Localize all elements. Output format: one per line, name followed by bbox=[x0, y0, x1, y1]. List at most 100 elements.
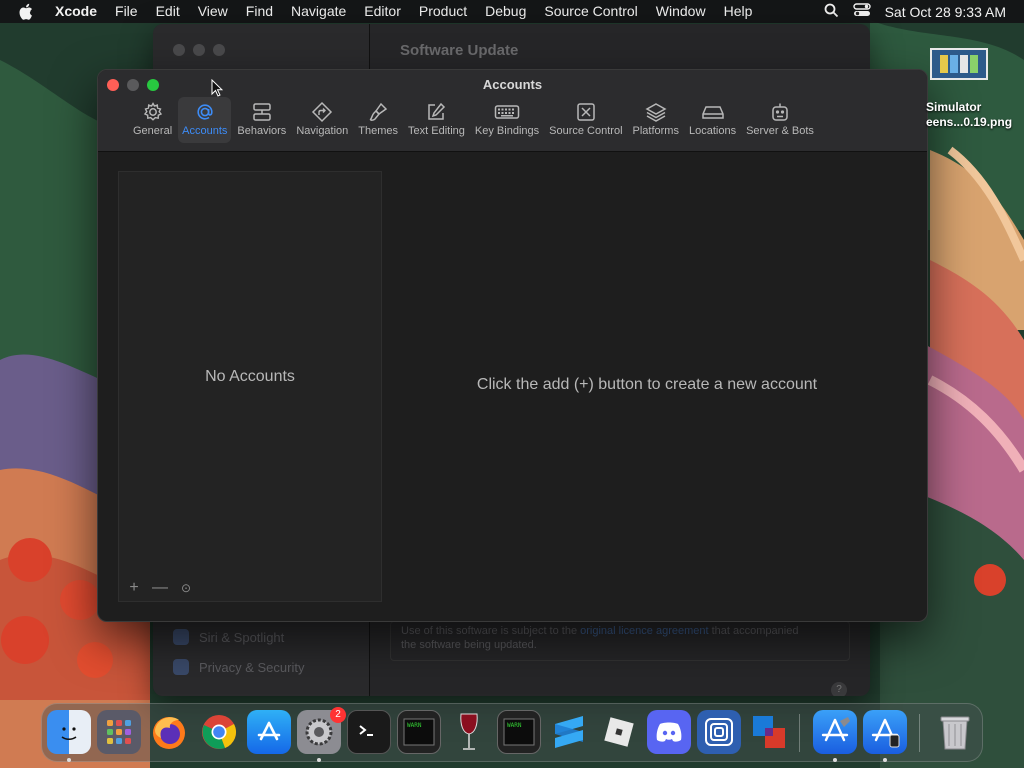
pencil-icon bbox=[423, 100, 449, 124]
preferences-toolbar: General Accounts Behaviors Navigation Th… bbox=[129, 97, 818, 145]
menu-find[interactable]: Find bbox=[237, 0, 282, 23]
menu-help[interactable]: Help bbox=[715, 0, 762, 23]
app-store-icon[interactable] bbox=[247, 710, 291, 754]
bg-license-text: Use of this software is subject to the o… bbox=[390, 621, 850, 661]
notification-badge: 2 bbox=[330, 707, 346, 723]
tab-accounts[interactable]: Accounts bbox=[178, 97, 232, 143]
bg-help-button: ? bbox=[831, 682, 847, 696]
menu-view[interactable]: View bbox=[189, 0, 237, 23]
menu-app-name[interactable]: Xcode bbox=[46, 0, 106, 23]
menu-editor[interactable]: Editor bbox=[355, 0, 410, 23]
mouse-cursor-icon bbox=[211, 78, 224, 102]
tab-label: Platforms bbox=[632, 125, 679, 137]
drive-icon bbox=[700, 100, 726, 124]
discord-icon[interactable] bbox=[647, 710, 691, 754]
spotlight-search-icon[interactable] bbox=[824, 3, 839, 21]
chrome-icon[interactable] bbox=[197, 710, 241, 754]
robot-icon bbox=[767, 100, 793, 124]
navigation-icon bbox=[309, 100, 335, 124]
desktop-screenshot-file[interactable]: Simulator eens...0.19.png bbox=[926, 48, 1024, 130]
console-2-icon[interactable]: WARN bbox=[497, 710, 541, 754]
console-icon[interactable]: WARN bbox=[397, 710, 441, 754]
list-controls: + — ⊙ bbox=[125, 579, 195, 597]
bg-minimize-icon bbox=[193, 44, 205, 56]
running-indicator bbox=[833, 758, 837, 762]
brush-icon bbox=[365, 100, 391, 124]
tab-label: Accounts bbox=[182, 125, 228, 137]
finder-icon[interactable] bbox=[47, 710, 91, 754]
running-indicator bbox=[883, 758, 887, 762]
svg-text:WARN: WARN bbox=[407, 722, 422, 729]
no-accounts-label: No Accounts bbox=[205, 368, 295, 385]
tab-label: Themes bbox=[358, 125, 399, 137]
bg-traffic-lights bbox=[173, 44, 225, 56]
menu-bar: Xcode File Edit View Find Navigate Edito… bbox=[0, 0, 1024, 23]
tab-label: Text Editing bbox=[408, 125, 465, 137]
tab-platforms[interactable]: Platforms bbox=[629, 97, 683, 143]
tab-label: Source Control bbox=[549, 125, 623, 137]
tab-source-control[interactable]: Source Control bbox=[545, 97, 626, 143]
firefox-icon[interactable] bbox=[147, 710, 191, 754]
sublime-icon[interactable] bbox=[547, 710, 591, 754]
sourcetree-icon[interactable] bbox=[747, 710, 791, 754]
layers-icon bbox=[643, 100, 669, 124]
accounts-list[interactable]: No Accounts + — ⊙ bbox=[118, 171, 382, 602]
xcode-icon[interactable] bbox=[813, 710, 857, 754]
tab-server-bots[interactable]: Server & Bots bbox=[742, 97, 818, 143]
apple-menu-icon[interactable] bbox=[18, 3, 40, 20]
behaviors-icon bbox=[249, 100, 275, 124]
menu-file[interactable]: File bbox=[106, 0, 147, 23]
menu-edit[interactable]: Edit bbox=[147, 0, 189, 23]
account-options-button[interactable]: ⊙ bbox=[177, 579, 195, 597]
source-control-icon bbox=[573, 100, 599, 124]
tab-behaviors[interactable]: Behaviors bbox=[233, 97, 290, 143]
bg-sidebar-label: Privacy & Security bbox=[199, 659, 305, 675]
remove-account-button[interactable]: — bbox=[151, 579, 169, 597]
license-text: Use of this software is subject to the bbox=[401, 625, 581, 637]
license-text: the software being updated. bbox=[401, 639, 537, 651]
tab-label: Behaviors bbox=[237, 125, 287, 137]
menu-window[interactable]: Window bbox=[647, 0, 715, 23]
tab-navigation[interactable]: Navigation bbox=[292, 97, 352, 143]
bg-zoom-icon bbox=[213, 44, 225, 56]
dock: 2 WARN WARN bbox=[41, 703, 983, 762]
bg-window-title: Software Update bbox=[400, 42, 519, 59]
privacy-hand-icon bbox=[173, 659, 189, 675]
tab-label: Locations bbox=[688, 125, 737, 137]
running-indicator bbox=[67, 758, 71, 762]
dock-separator bbox=[799, 714, 800, 752]
svg-text:WARN: WARN bbox=[507, 722, 522, 729]
trash-icon[interactable] bbox=[933, 710, 977, 754]
launchpad-icon[interactable] bbox=[97, 710, 141, 754]
bg-sidebar-label: Siri & Spotlight bbox=[199, 629, 285, 645]
tab-text-editing[interactable]: Text Editing bbox=[404, 97, 469, 143]
tab-label: General bbox=[133, 125, 173, 137]
add-account-button[interactable]: + bbox=[125, 579, 143, 597]
tab-key-bindings[interactable]: Key Bindings bbox=[471, 97, 543, 143]
gradient-app-icon[interactable] bbox=[697, 710, 741, 754]
wine-icon[interactable] bbox=[447, 710, 491, 754]
tab-label: Server & Bots bbox=[746, 125, 814, 137]
bg-sidebar-item-privacy: Privacy & Security bbox=[173, 659, 304, 675]
roblox-icon[interactable] bbox=[597, 710, 641, 754]
control-center-icon[interactable] bbox=[852, 3, 871, 20]
bg-sidebar-item-siri: Siri & Spotlight bbox=[173, 629, 284, 645]
file-name-line: Simulator bbox=[926, 100, 982, 114]
siri-icon bbox=[173, 629, 189, 645]
tab-locations[interactable]: Locations bbox=[685, 97, 740, 143]
menu-debug[interactable]: Debug bbox=[476, 0, 535, 23]
menu-source-control[interactable]: Source Control bbox=[535, 0, 646, 23]
tab-themes[interactable]: Themes bbox=[354, 97, 402, 143]
menu-product[interactable]: Product bbox=[410, 0, 476, 23]
system-settings-icon[interactable]: 2 bbox=[297, 707, 346, 754]
file-name-line: eens...0.19.png bbox=[926, 115, 1013, 129]
tab-general[interactable]: General bbox=[129, 97, 176, 143]
menu-clock[interactable]: Sat Oct 28 9:33 AM bbox=[885, 4, 1006, 20]
terminal-icon[interactable] bbox=[347, 710, 391, 754]
gear-icon bbox=[140, 100, 166, 124]
tab-label: Key Bindings bbox=[474, 125, 540, 137]
dock-separator bbox=[919, 714, 920, 752]
simulator-icon[interactable] bbox=[863, 710, 907, 754]
menu-navigate[interactable]: Navigate bbox=[282, 0, 355, 23]
file-name: Simulator eens...0.19.png bbox=[926, 100, 1024, 130]
